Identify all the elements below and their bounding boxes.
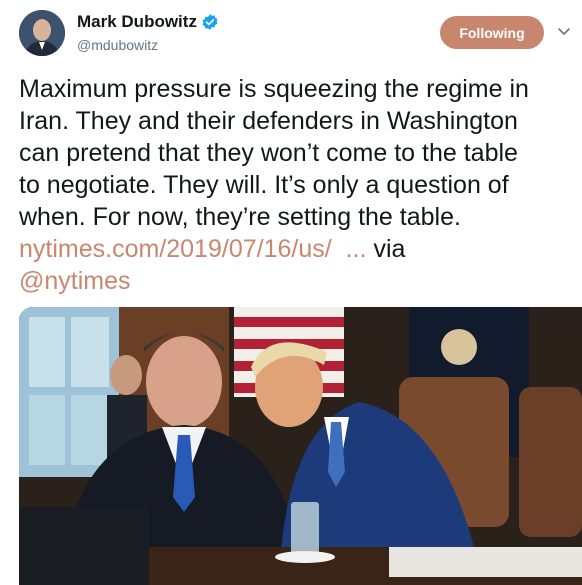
author-name-row: Mark Dubowitz (77, 12, 219, 32)
chevron-down-icon[interactable] (557, 24, 571, 38)
link-ellipsis: ... (345, 235, 367, 263)
tweet-text: Maximum pressure is squeezing the regime… (19, 75, 529, 231)
mention-link[interactable]: @nytimes (19, 267, 131, 295)
following-button[interactable]: Following (440, 16, 544, 49)
verified-badge-icon (202, 14, 218, 30)
tweet-mention-line: @nytimes (19, 265, 131, 297)
tweet-header: Mark Dubowitz @mdubowitz Following (0, 0, 582, 70)
article-link[interactable]: nytimes.com/2019/07/16/us/ (19, 235, 332, 263)
tweet-photo[interactable] (19, 307, 582, 585)
author-display-name[interactable]: Mark Dubowitz (77, 12, 197, 32)
photo-illustration (19, 307, 582, 585)
via-label: via (373, 235, 406, 263)
author-avatar[interactable] (19, 10, 65, 56)
author-handle[interactable]: @mdubowitz (77, 37, 158, 53)
tweet-link-line: nytimes.com/2019/07/16/us/... via (19, 233, 405, 265)
